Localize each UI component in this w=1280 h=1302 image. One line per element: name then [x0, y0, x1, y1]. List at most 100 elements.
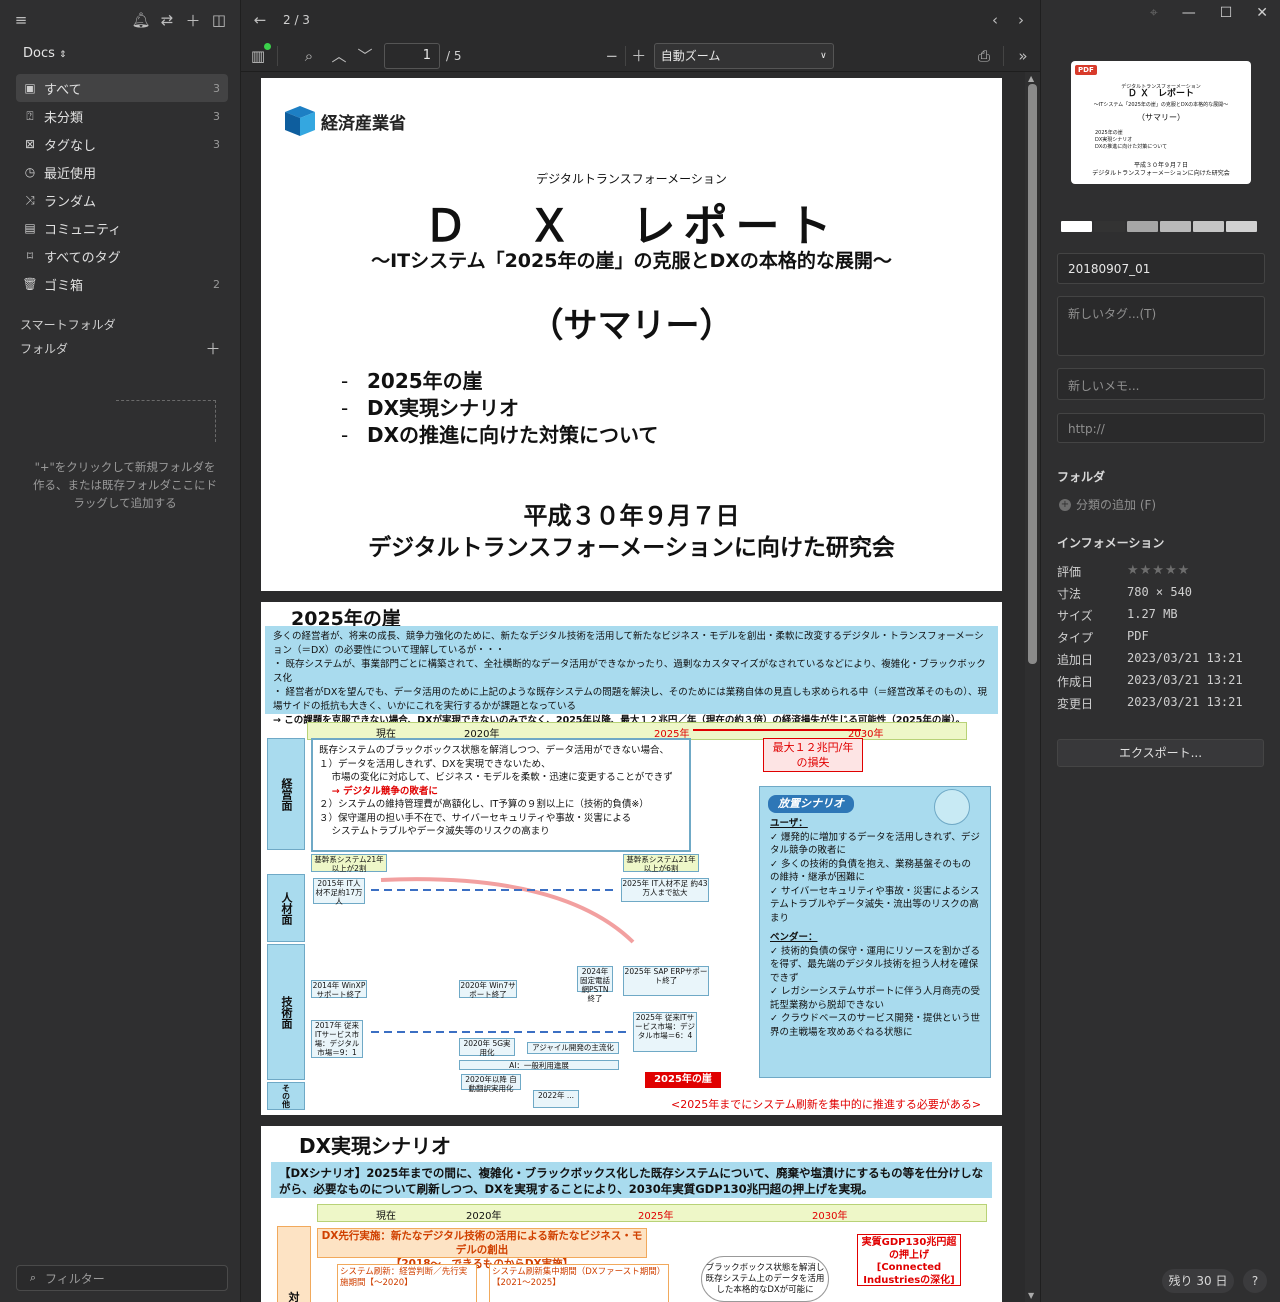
memo-field[interactable]: 新しいメモ...	[1057, 368, 1265, 400]
timeline-label: 現在	[376, 1211, 396, 1222]
unsorted-icon: ⍰	[26, 108, 34, 123]
maximize-icon[interactable]: ☐	[1220, 5, 1233, 21]
trial-badge[interactable]: 残り 30 日	[1162, 1269, 1234, 1293]
info-row-added: 追加日 2023/03/21 13:21	[1057, 651, 1265, 668]
viewer-scrollbar[interactable]: ▲ ▼	[1025, 72, 1040, 1302]
info-key: 評価	[1057, 565, 1082, 579]
color-swatch[interactable]	[1193, 221, 1224, 232]
zoom-select[interactable]: 自動ズーム ∨	[653, 42, 834, 69]
pdf-badge: PDF	[1075, 65, 1097, 75]
export-button[interactable]: エクスポート...	[1057, 739, 1264, 767]
meti-name: 経済産業省	[321, 113, 406, 134]
color-swatch[interactable]	[1061, 221, 1092, 232]
filter-input[interactable]: ⌕ フィルター	[16, 1265, 228, 1291]
folder-hint-arrow	[116, 400, 216, 442]
bullet-item: - DX実現シナリオ	[341, 396, 520, 420]
sidebar-item-unsorted[interactable]: ⍰ 未分類 3	[16, 102, 228, 130]
add-icon[interactable]: ＋	[182, 9, 204, 31]
info-value: 1.27 MB	[1127, 607, 1178, 621]
untagged-icon: ⊠	[24, 137, 36, 151]
random-icon: ⤨	[25, 192, 35, 207]
prev-page-icon[interactable]: ︿	[328, 45, 350, 67]
sidebar-item-recent[interactable]: ◷ 最近使用	[16, 158, 228, 186]
bell-icon[interactable]: 🔔︎	[130, 9, 152, 31]
find-icon[interactable]: ⌕	[298, 45, 320, 67]
chevron-left-icon[interactable]: ‹	[984, 9, 1006, 31]
doc-group: デジタルトランスフォーメーションに向けた研究会	[368, 535, 895, 561]
smart-folders-heading[interactable]: スマートフォルダ	[20, 312, 240, 336]
document-counter: 2 / 3	[283, 13, 310, 27]
close-icon[interactable]: ✕	[1256, 5, 1268, 21]
sidebar-item-random[interactable]: ⤨ ランダム	[16, 186, 228, 214]
folder-heading: フォルダ	[1057, 470, 1106, 484]
thumb-text: ～ITシステム「2025年の崖」の克服とDXの本格的な展開～	[1093, 102, 1229, 108]
color-swatch[interactable]	[1094, 221, 1125, 232]
sidebar-item-label: ゴミ箱	[44, 278, 84, 294]
color-swatch[interactable]	[1127, 221, 1158, 232]
inspector-panel: ⌖ — ☐ ✕ PDF デジタルトランスフォーメーション Ｄ Ｘ レポート ～I…	[1040, 0, 1280, 1302]
back-arrow-icon[interactable]: ←	[249, 9, 271, 31]
notification-dot	[264, 42, 271, 50]
name-field[interactable]: 20180907_01	[1057, 253, 1265, 284]
timeline-bar: 現在 2020年 2025年 2030年	[317, 1204, 987, 1222]
all-docs-icon: ▣	[24, 81, 36, 95]
color-swatch[interactable]	[1226, 221, 1257, 232]
meti-logo-mark	[285, 106, 315, 136]
sidebar-item-community[interactable]: ▤ コミュニティ	[16, 214, 228, 242]
next-page-icon[interactable]: ﹀	[354, 45, 376, 67]
info-row-dimensions: 寸法 780 × 540	[1057, 585, 1265, 602]
bottom-note: <2025年までにシステム刷新を集中的に推進する必要がある>	[671, 1098, 982, 1111]
timeline-label: 2030年	[812, 1211, 848, 1222]
sidebar-item-untagged[interactable]: ⊠ タグなし 3	[16, 130, 228, 158]
scenario-banner: 【DXシナリオ】2025年までの間に、複雑化・ブラックボックス化した既存システム…	[271, 1162, 992, 1198]
scrollbar-thumb[interactable]	[1028, 84, 1037, 664]
page-total: / 5	[446, 48, 462, 63]
help-button[interactable]: ?	[1243, 1269, 1267, 1293]
sidebar-item-label: タグなし	[44, 138, 97, 154]
thumb-text: DXの推進に向けた対策について	[1095, 144, 1168, 150]
zoom-in-icon[interactable]: ＋	[628, 45, 650, 67]
add-category-button[interactable]: + 分類の追加 (F)	[1059, 496, 1156, 513]
chevron-updown-icon: ⇕	[59, 50, 67, 60]
doc-title: Ｄ Ｘ レポート	[423, 201, 840, 252]
thumb-text: （サマリー）	[1137, 113, 1185, 122]
page-number-input[interactable]: 1	[384, 42, 440, 69]
sidebar-item-count: 3	[213, 137, 220, 151]
layout-panel-icon[interactable]: ◫	[208, 9, 230, 31]
zoom-out-icon[interactable]: −	[601, 45, 623, 67]
pdf-viewer[interactable]: 経済産業省 デジタルトランスフォーメーション Ｄ Ｘ レポート ～ITシステム「…	[241, 72, 1025, 1302]
cliff-label: 2025年の崖	[645, 1072, 721, 1088]
scroll-up-icon[interactable]: ▲	[1028, 74, 1034, 83]
scenario-item: ✓ サイバーセキュリティや事故・災害によるシステムトラブルやデータ滅失・流出等の…	[770, 885, 980, 924]
add-folder-icon[interactable]: ＋	[206, 337, 221, 359]
info-row-size: サイズ 1.27 MB	[1057, 607, 1265, 624]
zoom-value: 自動ズーム	[660, 49, 721, 63]
color-palette	[1061, 221, 1257, 232]
sidebar: ≡ 🔔︎ ⇄ ＋ ◫ Docs ⇕ ▣ すべて 3 ⍰ 未分類 3 ⊠ タグなし…	[0, 0, 241, 1302]
chevron-down-icon: ∨	[820, 50, 827, 61]
info-key: 変更日	[1057, 697, 1094, 711]
tag-field[interactable]: 新しいタグ...(T)	[1057, 296, 1265, 356]
color-swatch[interactable]	[1160, 221, 1191, 232]
scroll-down-icon[interactable]: ▼	[1028, 1291, 1034, 1300]
library-switcher[interactable]: Docs ⇕	[23, 46, 240, 66]
sidebar-toggle-icon[interactable]: ▥	[247, 42, 271, 67]
sidebar-item-all-tags[interactable]: ⌑ すべてのタグ	[16, 242, 228, 270]
minimize-icon[interactable]: —	[1182, 5, 1196, 21]
sidebar-item-label: 未分類	[44, 110, 84, 126]
document-thumbnail[interactable]: PDF デジタルトランスフォーメーション Ｄ Ｘ レポート ～ITシステム「20…	[1071, 61, 1251, 184]
info-key: サイズ	[1057, 609, 1093, 623]
pdf-toolbar: ▥ ⌕ ︿ ﹀ 1 / 5 − ＋ 自動ズーム ∨ ⎙ »	[241, 40, 1040, 72]
more-tools-icon[interactable]: »	[1012, 45, 1034, 67]
viewer-pane: ← 2 / 3 ‹ › ▥ ⌕ ︿ ﹀ 1 / 5 − ＋ 自動ズーム ∨ ⎙	[241, 0, 1040, 1302]
print-icon[interactable]: ⎙	[973, 45, 995, 67]
pin-icon[interactable]: ⌖	[1150, 5, 1158, 21]
menu-icon[interactable]: ≡	[10, 9, 32, 31]
chevron-right-icon[interactable]: ›	[1010, 9, 1032, 31]
rating-stars[interactable]: ★★★★★	[1127, 563, 1190, 580]
sync-icon[interactable]: ⇄	[156, 9, 178, 31]
doc-summary-label: （サマリー）	[529, 306, 734, 346]
url-field[interactable]: http://	[1057, 413, 1265, 443]
sidebar-item-trash[interactable]: 🗑︎ ゴミ箱 2	[16, 270, 228, 298]
sidebar-item-all[interactable]: ▣ すべて 3	[16, 74, 228, 102]
